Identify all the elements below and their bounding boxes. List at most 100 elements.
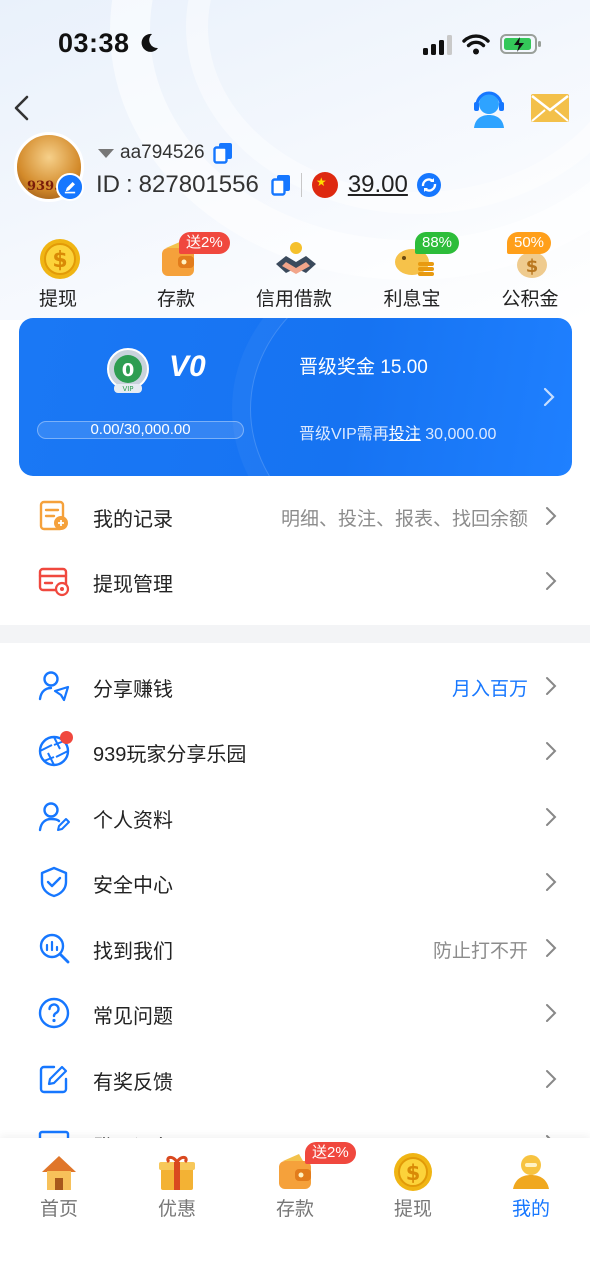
chevron-right-icon bbox=[546, 572, 557, 590]
vip-medal-label: VIP bbox=[122, 385, 133, 393]
notification-dot bbox=[60, 731, 73, 744]
menu-item-player-share-park[interactable]: 939玩家分享乐园 bbox=[0, 719, 590, 783]
quick-action-label: 利息宝 bbox=[383, 289, 441, 310]
status-bar: 03:38 bbox=[0, 0, 590, 88]
menu-item-security-center[interactable]: 安全中心 bbox=[0, 850, 590, 914]
id-value: 827801556 bbox=[138, 171, 259, 198]
tab-label: 存款 bbox=[275, 1199, 314, 1220]
refresh-balance-icon[interactable] bbox=[416, 172, 442, 198]
section-divider bbox=[0, 625, 590, 643]
chevron-right-icon bbox=[546, 677, 557, 695]
shield-check-icon bbox=[40, 866, 68, 898]
menu-label: 我的记录 bbox=[93, 509, 173, 531]
vip-bet-link[interactable]: 投注 bbox=[389, 426, 421, 443]
vip-medal-number: 0 bbox=[122, 360, 135, 381]
vip-requirement: 晋级VIP需再投注 30,000.00 bbox=[299, 420, 496, 444]
quick-action-interest[interactable]: 88% 利息宝 bbox=[357, 232, 467, 312]
deposit-tab-badge: 送2% bbox=[305, 1142, 356, 1164]
user-edit-icon bbox=[38, 802, 70, 832]
search-find-icon bbox=[39, 933, 70, 964]
svg-text:$: $ bbox=[526, 256, 539, 277]
chevron-right-icon bbox=[546, 1070, 557, 1088]
vip-medal-icon: 0 VIP bbox=[107, 348, 149, 393]
back-button[interactable] bbox=[8, 90, 36, 126]
menu-item-faq[interactable]: 常见问题 bbox=[0, 981, 590, 1045]
svg-text:$: $ bbox=[406, 1161, 421, 1185]
gold-coin-icon: $ bbox=[394, 1153, 432, 1191]
menu-label: 找到我们 bbox=[93, 941, 173, 963]
mail-icon[interactable] bbox=[530, 92, 570, 124]
tab-withdraw[interactable]: $ 提现 bbox=[354, 1138, 472, 1228]
share-user-icon bbox=[38, 671, 70, 702]
menu-label: 安全中心 bbox=[93, 875, 173, 897]
vip-progress-bar: 0.00/30,000.00 bbox=[37, 421, 244, 439]
menu-extra: 明细、投注、报表、找回余额 bbox=[280, 509, 528, 530]
china-flag-icon: ★ bbox=[311, 172, 338, 198]
menu-item-find-us[interactable]: 找到我们 防止打不开 bbox=[0, 916, 590, 980]
chevron-right-icon bbox=[546, 1004, 557, 1022]
status-time: 03:38 bbox=[58, 28, 130, 58]
battery-icon bbox=[500, 34, 541, 54]
customer-service-icon[interactable] bbox=[468, 88, 510, 130]
vip-progress-text: 0.00/30,000.00 bbox=[90, 421, 191, 438]
gold-coin-icon: $ bbox=[40, 239, 80, 279]
chevron-right-icon bbox=[546, 507, 557, 525]
copy-username-icon[interactable] bbox=[212, 142, 233, 164]
tab-label: 我的 bbox=[511, 1199, 550, 1220]
copy-id-icon[interactable] bbox=[271, 174, 291, 196]
question-icon bbox=[38, 997, 70, 1029]
edit-avatar-icon[interactable] bbox=[56, 173, 84, 201]
quick-action-provident-fund[interactable]: $ 50% 公积金 bbox=[475, 232, 585, 312]
chevron-right-icon bbox=[546, 808, 557, 826]
vip-upgrade-bonus: 晋级奖金 15.00 bbox=[299, 357, 428, 378]
chevron-right-icon bbox=[546, 873, 557, 891]
tab-home[interactable]: 首页 bbox=[0, 1138, 118, 1228]
feedback-edit-icon bbox=[39, 1065, 68, 1094]
menu-label: 有奖反馈 bbox=[93, 1072, 173, 1094]
balance-amount[interactable]: 39.00 bbox=[348, 171, 408, 199]
vip-req-amount: 30,000.00 bbox=[425, 426, 497, 443]
wifi-icon bbox=[462, 34, 490, 55]
interest-rate-badge: 88% bbox=[415, 232, 460, 254]
chevron-right-icon bbox=[546, 742, 557, 760]
moon-icon bbox=[141, 33, 158, 52]
menu-item-my-records[interactable]: 我的记录 明细、投注、报表、找回余额 bbox=[0, 484, 590, 548]
username-row: aa794526 bbox=[98, 140, 233, 166]
tab-promotions[interactable]: 优惠 bbox=[118, 1138, 236, 1228]
quick-action-deposit[interactable]: 送2% 存款 bbox=[121, 232, 231, 312]
quick-action-label: 存款 bbox=[156, 289, 195, 310]
home-icon bbox=[42, 1156, 76, 1190]
id-colon: : bbox=[126, 171, 133, 198]
vip-level: V0 bbox=[169, 350, 206, 383]
quick-action-credit-loan[interactable]: 信用借款 bbox=[239, 232, 349, 312]
id-balance-row: ID : 827801556 ★ 39.00 bbox=[96, 168, 442, 202]
divider bbox=[300, 173, 302, 197]
withdraw-manage-icon bbox=[38, 567, 70, 597]
signal-icon bbox=[423, 35, 452, 55]
account-switch-icon[interactable] bbox=[98, 148, 114, 158]
username: aa794526 bbox=[120, 142, 205, 163]
menu-item-withdraw-management[interactable]: 提现管理 bbox=[0, 549, 590, 613]
menu-item-feedback[interactable]: 有奖反馈 bbox=[0, 1047, 590, 1111]
tab-me[interactable]: 我的 bbox=[472, 1138, 590, 1228]
menu-label: 常见问题 bbox=[93, 1006, 173, 1028]
bottom-tab-bar: 首页 优惠 存款 $ 提现 我的 bbox=[0, 1138, 590, 1280]
menu-item-share-earn[interactable]: 分享赚钱 月入百万 bbox=[0, 654, 590, 718]
deposit-bonus-badge: 送2% bbox=[179, 232, 230, 254]
tab-label: 提现 bbox=[393, 1199, 432, 1220]
quick-action-withdraw[interactable]: $ 提现 bbox=[3, 232, 113, 312]
vip-req-prefix: 晋级VIP需再 bbox=[299, 426, 389, 443]
menu-item-profile[interactable]: 个人资料 bbox=[0, 785, 590, 849]
tab-label: 首页 bbox=[39, 1199, 78, 1220]
menu-extra: 防止打不开 bbox=[432, 941, 528, 962]
vip-card[interactable]: 0 VIP V0 晋级奖金 15.00 0.00/30,000.00 晋级VIP… bbox=[19, 318, 572, 476]
tab-label: 优惠 bbox=[157, 1199, 196, 1220]
chevron-right-icon bbox=[546, 939, 557, 957]
quick-action-label: 公积金 bbox=[501, 289, 559, 310]
menu-extra: 月入百万 bbox=[451, 679, 528, 700]
quick-actions: $ 提现 送2% 存款 信用借款 88% 利息宝 $ 50% 公积金 bbox=[0, 232, 590, 312]
handshake-icon bbox=[276, 242, 316, 274]
menu-label: 939玩家分享乐园 bbox=[93, 744, 247, 766]
gift-icon bbox=[159, 1155, 195, 1190]
menu-label: 分享赚钱 bbox=[93, 679, 173, 701]
